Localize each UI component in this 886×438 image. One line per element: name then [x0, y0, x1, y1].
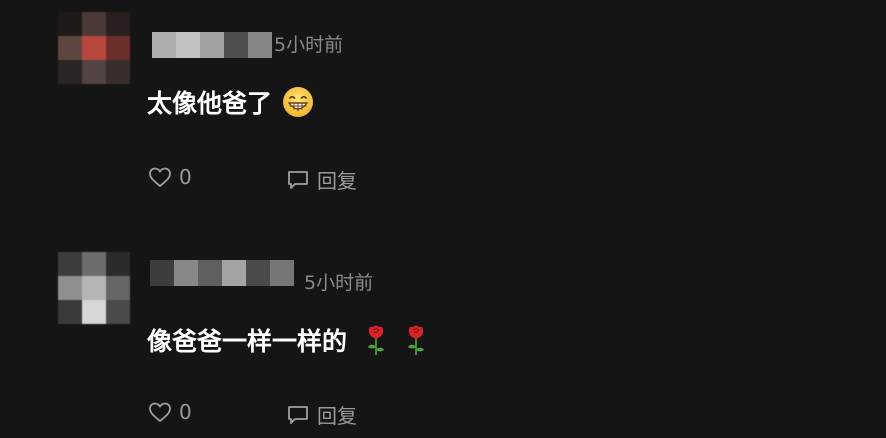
avatar-pixel — [106, 12, 130, 36]
like-button[interactable]: 0 — [148, 400, 192, 424]
rose-icon — [368, 325, 385, 355]
avatar-pixel — [58, 12, 82, 36]
like-count: 0 — [179, 400, 192, 424]
comment-time: 5小时前 — [304, 272, 374, 294]
avatar[interactable] — [58, 12, 130, 84]
comment-time: 5小时前 — [274, 34, 344, 56]
reply-button[interactable]: 回复 — [287, 165, 357, 194]
username-blurred[interactable] — [152, 32, 272, 58]
comment-text: 太像他爸了 — [147, 89, 273, 118]
username-pixel — [152, 32, 176, 58]
comment-body: 太像他爸了 — [147, 84, 314, 120]
comment-item: 5小时前 太像他爸了 0 回复 — [0, 0, 886, 200]
username-pixel — [270, 260, 294, 286]
avatar-pixel — [58, 300, 82, 324]
username-pixel — [176, 32, 200, 58]
avatar-pixel — [58, 252, 82, 276]
avatar-pixel — [106, 300, 130, 324]
avatar-pixel — [82, 252, 106, 276]
comment-actions: 0 回复 — [148, 400, 448, 430]
avatar-pixel — [106, 252, 130, 276]
avatar-pixel — [82, 60, 106, 84]
username-pixel — [174, 260, 198, 286]
comment-list: 5小时前 太像他爸了 0 回复 5小时前 像爸爸一样一样的 0 回复 — [0, 0, 886, 438]
like-count: 0 — [179, 165, 192, 189]
username-pixel — [222, 260, 246, 286]
username-pixel — [198, 260, 222, 286]
heart-outline-icon — [149, 167, 171, 187]
avatar-pixel — [58, 36, 82, 60]
comment-bubble-icon — [288, 405, 308, 424]
comment-bubble-icon — [288, 170, 308, 189]
username-pixel — [246, 260, 270, 286]
username-pixel — [248, 32, 272, 58]
avatar-pixel — [82, 36, 106, 60]
avatar-pixel — [58, 60, 82, 84]
rose-icon — [408, 325, 425, 355]
username-pixel — [224, 32, 248, 58]
avatar-pixel — [82, 12, 106, 36]
avatar[interactable] — [58, 252, 130, 324]
avatar-pixel — [82, 276, 106, 300]
reply-label: 回复 — [317, 169, 357, 193]
comment-item: 5小时前 像爸爸一样一样的 0 回复 — [0, 240, 886, 438]
avatar-pixel — [106, 60, 130, 84]
username-blurred[interactable] — [150, 260, 294, 286]
grinning-face-icon — [283, 87, 314, 117]
avatar-pixel — [82, 300, 106, 324]
heart-outline-icon — [149, 402, 171, 422]
reply-button[interactable]: 回复 — [287, 400, 357, 429]
like-button[interactable]: 0 — [148, 165, 192, 189]
username-pixel — [150, 260, 174, 286]
avatar-pixel — [106, 36, 130, 60]
comment-text: 像爸爸一样一样的 — [147, 327, 348, 356]
username-pixel — [200, 32, 224, 58]
reply-label: 回复 — [317, 404, 357, 428]
avatar-pixel — [106, 276, 130, 300]
comment-body: 像爸爸一样一样的 — [147, 322, 427, 358]
comment-actions: 0 回复 — [148, 165, 448, 195]
avatar-pixel — [58, 276, 82, 300]
